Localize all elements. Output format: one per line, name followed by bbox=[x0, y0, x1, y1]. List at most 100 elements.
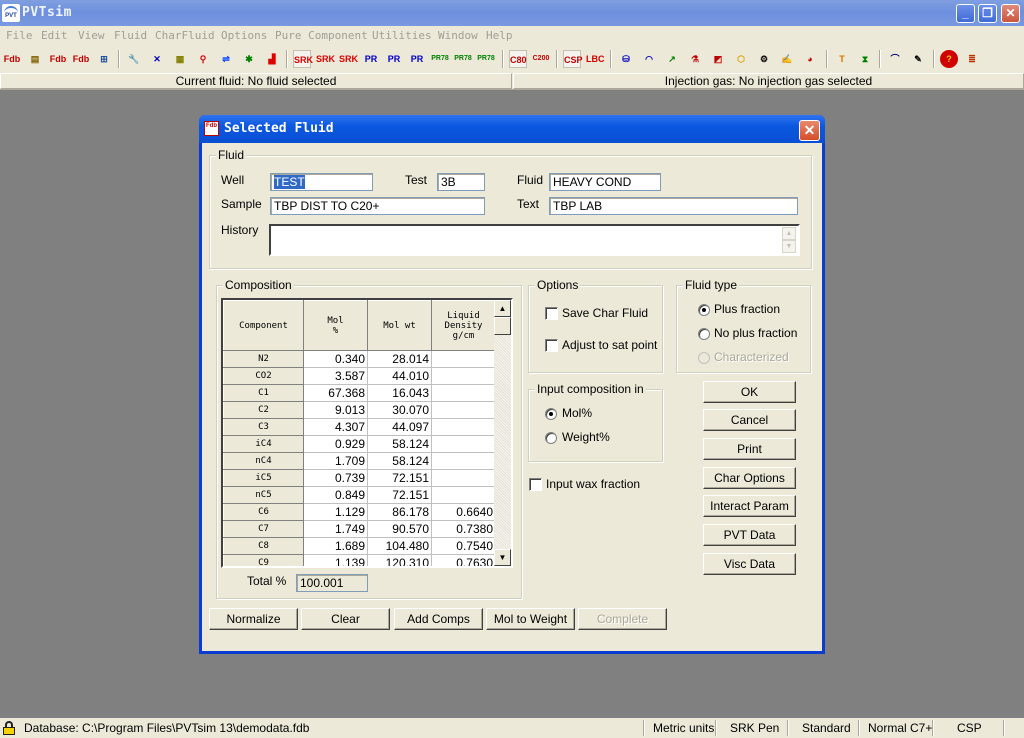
minimize-button[interactable]: _ bbox=[956, 4, 975, 23]
srk-pressed-icon[interactable]: SRK bbox=[293, 50, 313, 68]
c200-icon[interactable]: C200 bbox=[532, 50, 550, 68]
density-cell[interactable]: 0.6640 bbox=[431, 503, 496, 521]
help-icon[interactable]: ? bbox=[940, 50, 958, 68]
mol-wt-cell[interactable]: 120.310 bbox=[367, 554, 432, 566]
mol-wt-cell[interactable]: 28.014 bbox=[367, 350, 432, 368]
mol-pct-cell[interactable]: 1.709 bbox=[303, 452, 368, 470]
save-char-fluid-checkbox[interactable] bbox=[545, 307, 558, 320]
adjust-sat-point-checkbox[interactable] bbox=[545, 339, 558, 352]
plus-fraction-radio[interactable] bbox=[698, 304, 710, 316]
mol-pct-cell[interactable]: 0.340 bbox=[303, 350, 368, 368]
fluid-database-settings-icon[interactable]: ⊞ bbox=[95, 50, 113, 68]
mol-wt-cell[interactable]: 58.124 bbox=[367, 452, 432, 470]
no-plus-fraction-radio[interactable] bbox=[698, 328, 710, 340]
input-wax-fraction-label[interactable]: Input wax fraction bbox=[546, 477, 640, 491]
mol-wt-cell[interactable]: 30.070 bbox=[367, 401, 432, 419]
component-cell[interactable]: N2 bbox=[223, 350, 304, 368]
c80-icon[interactable]: C80 bbox=[509, 50, 527, 68]
save-char-fluid-label[interactable]: Save Char Fluid bbox=[562, 306, 648, 320]
input-wax-fraction-checkbox[interactable] bbox=[529, 478, 542, 491]
restore-button[interactable]: ❐ bbox=[978, 4, 997, 23]
add-comps-button[interactable]: Add Comps bbox=[394, 608, 483, 630]
mol-pct-cell[interactable]: 4.307 bbox=[303, 418, 368, 436]
mol-pct-cell[interactable]: 0.739 bbox=[303, 469, 368, 487]
header-mol-wt[interactable]: Mol wt bbox=[367, 300, 432, 351]
pr-plain-icon[interactable]: PR bbox=[385, 50, 403, 68]
mol-pct-cell[interactable]: 1.129 bbox=[303, 503, 368, 521]
component-cell[interactable]: C2 bbox=[223, 401, 304, 419]
temperature-icon[interactable]: T bbox=[833, 50, 851, 68]
separator-icon[interactable]: ⛁ bbox=[617, 50, 635, 68]
component-cell[interactable]: C9 bbox=[223, 554, 304, 566]
split-icon[interactable]: ✱ bbox=[240, 50, 258, 68]
scale-icon[interactable]: ✍ bbox=[778, 50, 796, 68]
density-cell[interactable] bbox=[431, 469, 496, 487]
mol-pct-label[interactable]: Mol% bbox=[562, 406, 592, 420]
hydrate-icon[interactable]: ⬡ bbox=[732, 50, 750, 68]
char-options-button[interactable]: Char Options bbox=[703, 467, 796, 489]
weave-icon[interactable]: ⚲ bbox=[194, 50, 212, 68]
close-app-button[interactable]: ✕ bbox=[1001, 4, 1020, 23]
srk-peneloux-icon[interactable]: SRK bbox=[339, 50, 358, 68]
srk-icon[interactable]: SRK bbox=[316, 50, 335, 68]
mol-wt-cell[interactable]: 44.010 bbox=[367, 367, 432, 385]
flash-icon[interactable]: ↗ bbox=[663, 50, 681, 68]
asphaltene-icon[interactable]: ◩ bbox=[709, 50, 727, 68]
pr78-peneloux-icon[interactable]: PR78 bbox=[477, 50, 495, 68]
menu-utilities[interactable]: Utilities bbox=[372, 29, 432, 42]
menu-pure-component[interactable]: Pure Component bbox=[275, 29, 368, 42]
probe-icon[interactable]: ✎ bbox=[909, 50, 927, 68]
sample-field[interactable]: TBP DIST TO C20+ bbox=[270, 197, 485, 215]
cancel-button[interactable]: Cancel bbox=[703, 409, 796, 431]
component-cell[interactable]: nC5 bbox=[223, 486, 304, 504]
visc-data-button[interactable]: Visc Data bbox=[703, 553, 796, 575]
density-cell[interactable] bbox=[431, 418, 496, 436]
weight-pct-radio[interactable] bbox=[545, 432, 557, 444]
mol-to-weight-button[interactable]: Mol to Weight bbox=[486, 608, 575, 630]
mixing-icon[interactable]: ⇌ bbox=[217, 50, 235, 68]
fluid-name-field[interactable]: HEAVY COND bbox=[549, 173, 661, 191]
no-plus-fraction-label[interactable]: No plus fraction bbox=[714, 326, 797, 340]
envelope-curve-icon[interactable]: ⌒ bbox=[886, 50, 904, 68]
scroll-up-icon[interactable]: ▲ bbox=[494, 300, 511, 317]
history-scroll-down-icon[interactable]: ▼ bbox=[782, 240, 796, 253]
pr-peneloux-icon[interactable]: PR bbox=[408, 50, 426, 68]
component-cell[interactable]: nC4 bbox=[223, 452, 304, 470]
scroll-thumb[interactable] bbox=[494, 317, 511, 335]
plus-fraction-label[interactable]: Plus fraction bbox=[714, 302, 780, 316]
adjust-sat-point-label[interactable]: Adjust to sat point bbox=[562, 338, 657, 352]
pr78-icon[interactable]: PR78 bbox=[431, 50, 449, 68]
mol-pct-cell[interactable]: 67.368 bbox=[303, 384, 368, 402]
pvt-data-button[interactable]: PVT Data bbox=[703, 524, 796, 546]
menu-edit[interactable]: Edit bbox=[41, 29, 68, 42]
mol-pct-cell[interactable]: 0.849 bbox=[303, 486, 368, 504]
component-cell[interactable]: C3 bbox=[223, 418, 304, 436]
component-cell[interactable]: C7 bbox=[223, 520, 304, 538]
menu-window[interactable]: Window bbox=[438, 29, 478, 42]
phase-envelope-icon[interactable]: ◠ bbox=[640, 50, 658, 68]
density-cell[interactable] bbox=[431, 384, 496, 402]
density-cell[interactable] bbox=[431, 435, 496, 453]
header-mol-pct[interactable]: Mol% bbox=[303, 300, 368, 351]
weight-pct-label[interactable]: Weight% bbox=[562, 430, 610, 444]
clear-button[interactable]: Clear bbox=[301, 608, 390, 630]
mol-wt-cell[interactable]: 44.097 bbox=[367, 418, 432, 436]
density-cell[interactable]: 0.7540 bbox=[431, 537, 496, 555]
normalize-button[interactable]: Normalize bbox=[209, 608, 298, 630]
about-icon[interactable]: ≣ bbox=[963, 50, 981, 68]
add-fluid-icon[interactable]: Fdb bbox=[72, 50, 90, 68]
wax-icon[interactable]: ⚙ bbox=[755, 50, 773, 68]
mol-pct-cell[interactable]: 1.689 bbox=[303, 537, 368, 555]
mol-wt-cell[interactable]: 90.570 bbox=[367, 520, 432, 538]
component-cell[interactable]: CO2 bbox=[223, 367, 304, 385]
mol-wt-cell[interactable]: 16.043 bbox=[367, 384, 432, 402]
ok-button[interactable]: OK bbox=[703, 381, 796, 403]
dialog-close-button[interactable]: ✕ bbox=[799, 120, 820, 141]
density-cell[interactable] bbox=[431, 350, 496, 368]
lbc-icon[interactable]: LBC bbox=[586, 50, 605, 68]
text-field[interactable]: TBP LAB bbox=[549, 197, 798, 215]
history-textarea[interactable]: ▲ ▼ bbox=[269, 224, 800, 256]
wrench-icon[interactable]: 🔧 bbox=[125, 50, 143, 68]
component-cell[interactable]: C8 bbox=[223, 537, 304, 555]
pipe-icon[interactable]: ◕ bbox=[801, 50, 819, 68]
